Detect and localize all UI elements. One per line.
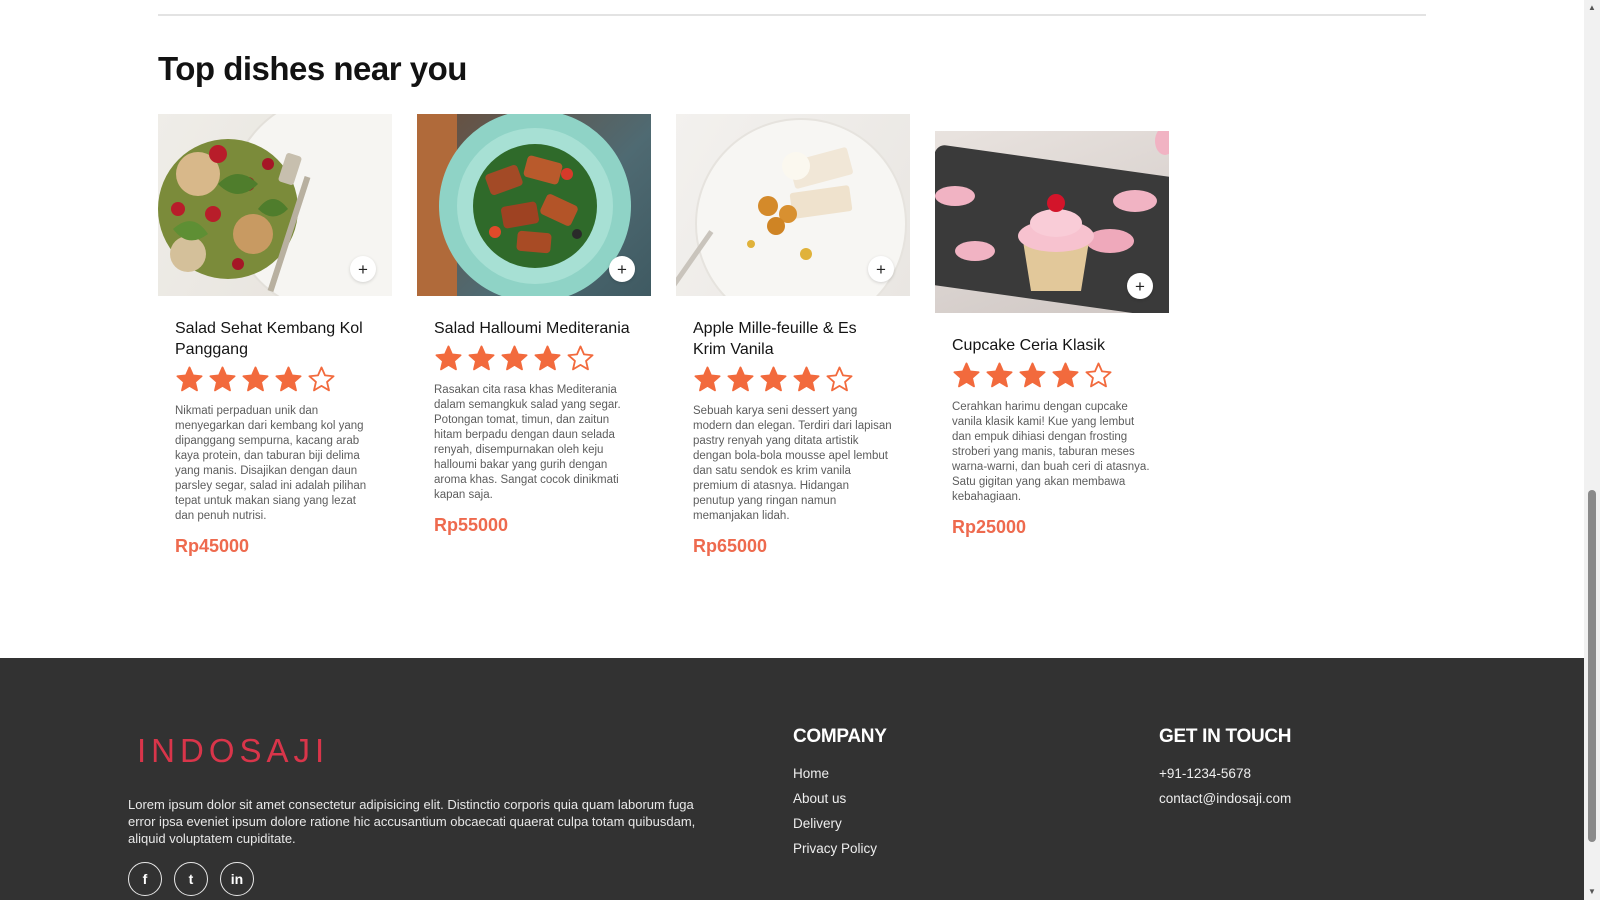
- star-filled-icon: [727, 366, 754, 391]
- company-heading: COMPANY: [793, 726, 887, 747]
- dish-image: +: [417, 114, 651, 296]
- footer-link-privacy[interactable]: Privacy Policy: [793, 841, 887, 857]
- star-filled-icon: [176, 366, 203, 391]
- dish-image: +: [676, 114, 910, 296]
- footer-contact-column: GET IN TOUCH +91-1234-5678 contact@indos…: [1159, 726, 1292, 816]
- star-empty-icon: [1085, 362, 1112, 387]
- plus-icon: +: [876, 259, 886, 279]
- add-to-cart-button[interactable]: +: [868, 256, 894, 282]
- section-title: Top dishes near you: [158, 50, 467, 87]
- contact-heading: GET IN TOUCH: [1159, 726, 1292, 747]
- plus-icon: +: [358, 259, 368, 279]
- dish-description: Cerahkan harimu dengan cupcake vanila kl…: [952, 401, 1150, 503]
- dish-card[interactable]: + Salad Halloumi Mediterania Rasakan cit…: [417, 114, 651, 536]
- add-to-cart-button[interactable]: +: [1127, 273, 1153, 299]
- dish-description: Nikmati perpaduan unik dan menyegarkan d…: [175, 405, 367, 522]
- facebook-icon[interactable]: f: [128, 862, 162, 896]
- star-empty-icon: [308, 366, 335, 391]
- dish-card[interactable]: + Salad Sehat Kembang Kol Panggang Nikma…: [158, 114, 392, 557]
- star-filled-icon: [760, 366, 787, 391]
- dish-description: Sebuah karya seni dessert yang modern da…: [693, 405, 892, 522]
- dish-price: Rp25000: [952, 517, 1027, 537]
- linkedin-icon[interactable]: in: [220, 862, 254, 896]
- star-filled-icon: [501, 345, 528, 370]
- footer-description: Lorem ipsum dolor sit amet consectetur a…: [128, 797, 696, 846]
- footer-link-delivery[interactable]: Delivery: [793, 816, 887, 832]
- page-scrollbar[interactable]: ▲ ▼: [1584, 0, 1600, 900]
- footer-company-column: COMPANY Home About us Delivery Privacy P…: [793, 726, 887, 866]
- scrollbar-thumb[interactable]: [1588, 490, 1596, 842]
- star-rating: [693, 364, 893, 394]
- footer-link-about[interactable]: About us: [793, 791, 887, 807]
- dish-name: Cupcake Ceria Klasik: [952, 337, 1105, 354]
- dish-image: +: [158, 114, 392, 296]
- star-empty-icon: [826, 366, 853, 391]
- dish-price: Rp45000: [175, 536, 250, 556]
- star-filled-icon: [468, 345, 495, 370]
- star-filled-icon: [694, 366, 721, 391]
- social-links: f t in: [128, 862, 254, 896]
- footer-link-home[interactable]: Home: [793, 766, 887, 782]
- star-filled-icon: [242, 366, 269, 391]
- star-filled-icon: [275, 366, 302, 391]
- star-filled-icon: [986, 362, 1013, 387]
- star-rating: [434, 343, 634, 373]
- contact-phone[interactable]: +91-1234-5678: [1159, 766, 1291, 782]
- plus-icon: +: [617, 259, 627, 279]
- brand-logo[interactable]: INDOSAJI: [137, 732, 329, 770]
- plus-icon: +: [1135, 276, 1145, 296]
- dish-price: Rp55000: [434, 515, 509, 535]
- scroll-down-arrow-icon[interactable]: ▼: [1584, 884, 1600, 900]
- add-to-cart-button[interactable]: +: [609, 256, 635, 282]
- dish-image: +: [935, 131, 1169, 313]
- dish-card[interactable]: + Cupcake Ceria Klasik Cerahkan harimu d…: [935, 131, 1169, 538]
- star-filled-icon: [534, 345, 561, 370]
- section-divider: [158, 14, 1426, 16]
- twitter-icon[interactable]: t: [174, 862, 208, 896]
- scroll-up-arrow-icon[interactable]: ▲: [1584, 0, 1600, 16]
- dish-price: Rp65000: [693, 536, 768, 556]
- dish-name: Salad Sehat Kembang Kol Panggang: [175, 320, 363, 358]
- star-rating: [952, 360, 1152, 390]
- page: Top dishes near you + Salad Sehat Kemban…: [0, 0, 1584, 900]
- star-filled-icon: [1019, 362, 1046, 387]
- star-filled-icon: [1052, 362, 1079, 387]
- add-to-cart-button[interactable]: +: [350, 256, 376, 282]
- dish-name: Salad Halloumi Mediterania: [434, 320, 630, 337]
- star-filled-icon: [953, 362, 980, 387]
- star-filled-icon: [793, 366, 820, 391]
- star-filled-icon: [209, 366, 236, 391]
- contact-email[interactable]: contact@indosaji.com: [1159, 791, 1291, 807]
- site-footer: INDOSAJI Lorem ipsum dolor sit amet cons…: [0, 658, 1584, 900]
- star-rating: [175, 364, 375, 394]
- dish-card[interactable]: + Apple Mille-feuille & Es Krim Vanila S…: [676, 114, 910, 557]
- star-filled-icon: [435, 345, 462, 370]
- dish-name: Apple Mille-feuille & Es Krim Vanila: [693, 320, 857, 358]
- dish-description: Rasakan cita rasa khas Mediterania dalam…: [434, 384, 621, 501]
- star-empty-icon: [567, 345, 594, 370]
